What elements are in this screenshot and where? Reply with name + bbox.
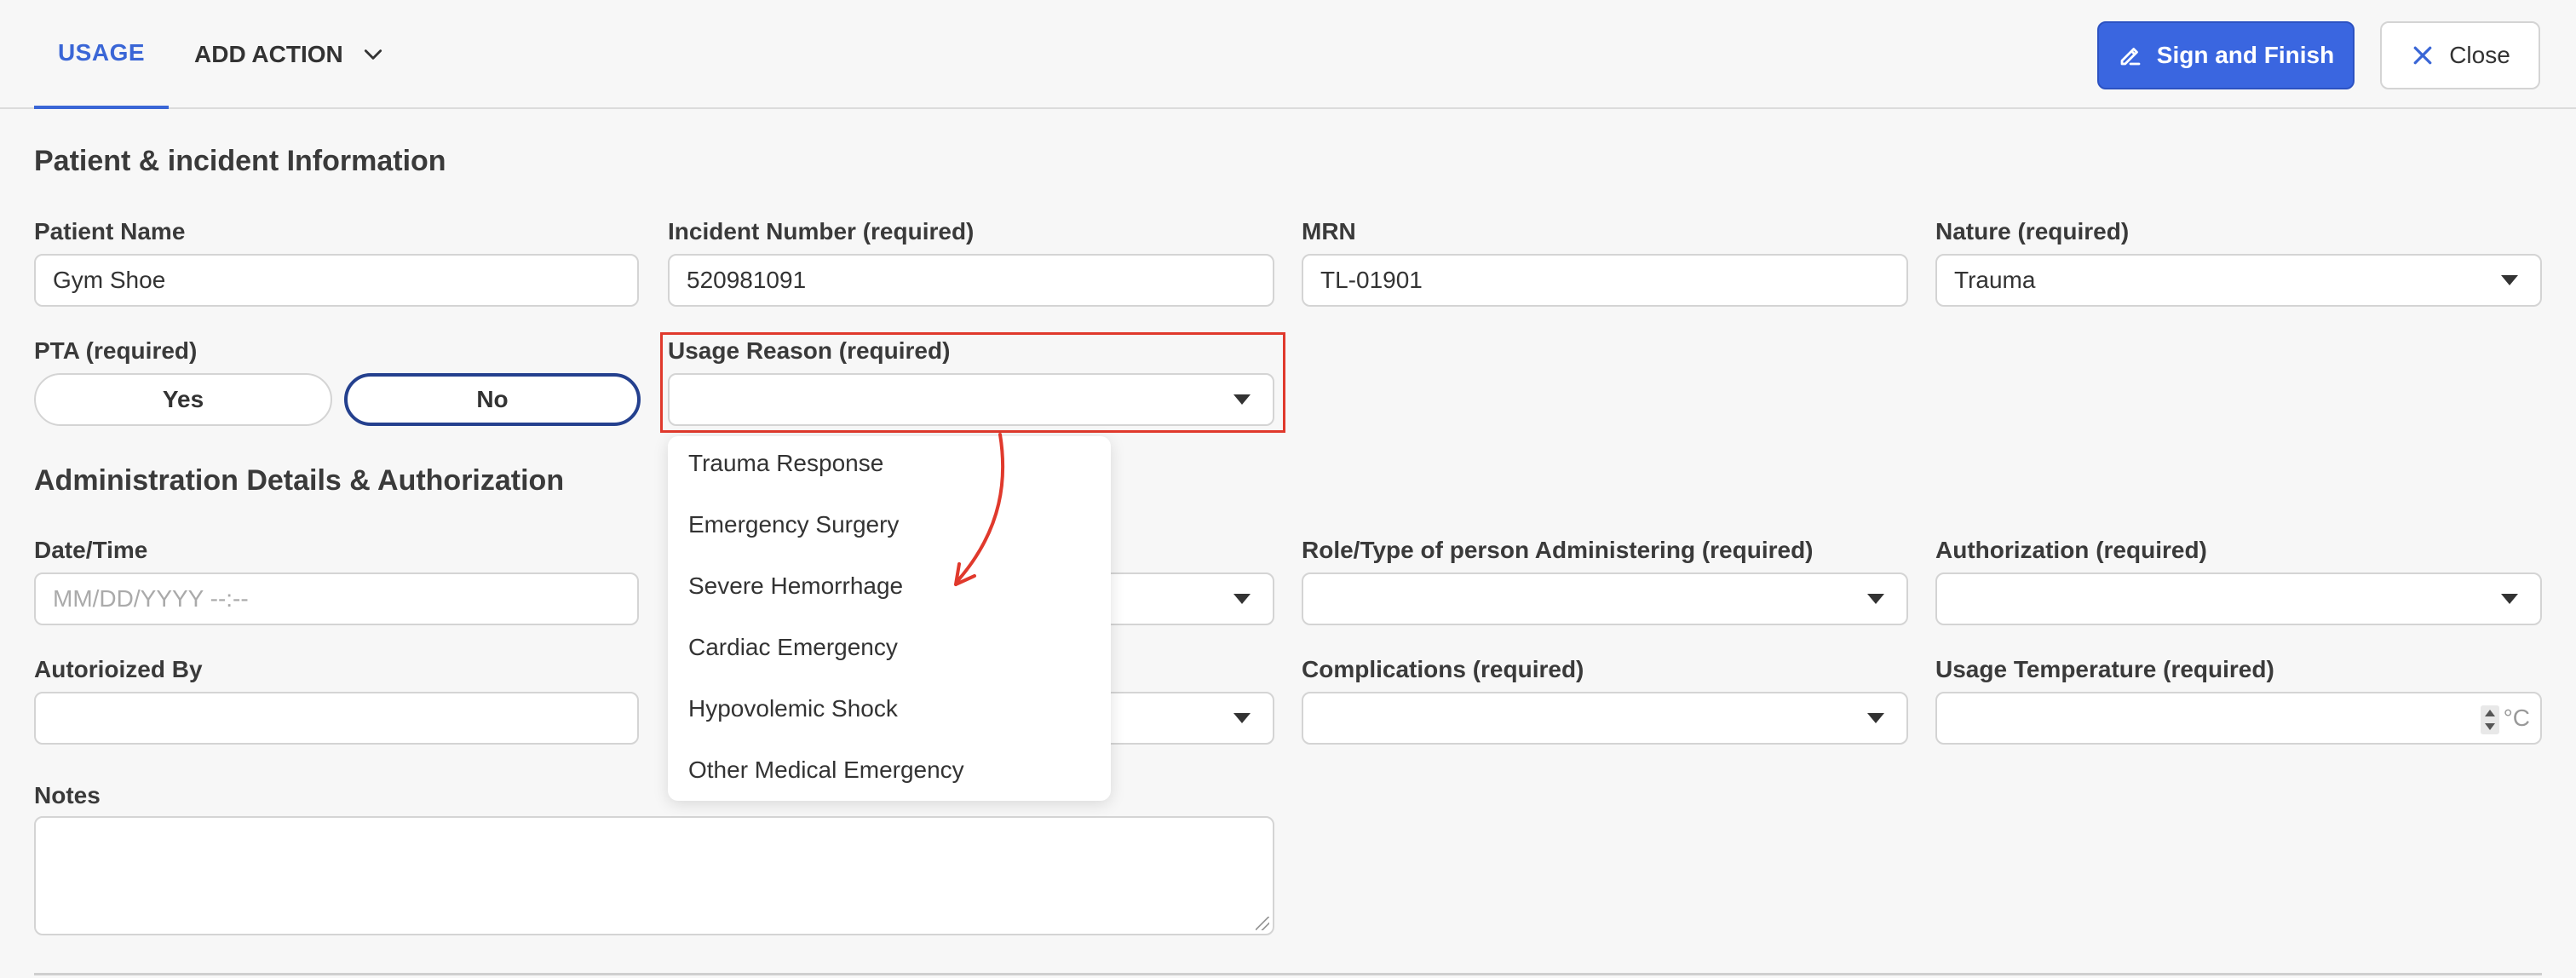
patient-section-title: Patient & incident Information (34, 145, 446, 177)
dropdown-option[interactable]: Hypovolemic Shock (688, 695, 898, 722)
close-icon (2413, 46, 2432, 65)
authorization-label: Authorization (required) (1935, 537, 2207, 563)
complications-label: Complications (required) (1302, 656, 1584, 682)
complications-select[interactable] (1302, 692, 1908, 745)
pta-label: PTA (required) (34, 337, 198, 364)
dropdown-option[interactable]: Cardiac Emergency (688, 634, 898, 661)
bottom-divider (34, 973, 2542, 975)
datetime-placeholder: MM/DD/YYYY --:-- (53, 585, 249, 612)
number-spinner[interactable] (2481, 705, 2499, 734)
temperature-unit: °C (2503, 705, 2530, 731)
caret-down-icon (1867, 594, 1884, 604)
dropdown-option[interactable]: Severe Hemorrhage (688, 572, 903, 600)
notes-textarea[interactable] (34, 816, 1274, 935)
incident-number-label: Incident Number (required) (668, 218, 975, 244)
mrn-value: TL-01901 (1320, 267, 1423, 293)
authorized-by-label: Autorioized By (34, 656, 203, 682)
dropdown-option[interactable]: Emergency Surgery (688, 511, 899, 538)
patient-name-value: Gym Shoe (53, 267, 166, 293)
resize-handle[interactable] (1256, 917, 1269, 930)
pta-yes-option[interactable]: Yes (34, 373, 332, 426)
tab-usage[interactable]: USAGE (34, 0, 169, 109)
role-label: Role/Type of person Administering (requi… (1302, 537, 1814, 563)
chevron-down-icon (364, 49, 382, 60)
caret-down-icon (1867, 713, 1884, 723)
mrn-label: MRN (1302, 218, 1356, 244)
caret-down-icon (1233, 713, 1251, 723)
authorized-by-input[interactable] (34, 692, 639, 745)
datetime-label: Date/Time (34, 537, 148, 563)
patient-name-label: Patient Name (34, 218, 186, 244)
usage-reason-highlight (660, 332, 1285, 433)
usage-temperature-input[interactable]: °C (1935, 692, 2542, 745)
pta-no-option[interactable]: No (344, 373, 641, 426)
pen-icon (2120, 48, 2141, 66)
patient-name-input[interactable]: Gym Shoe (34, 254, 639, 307)
dropdown-option[interactable]: Trauma Response (688, 450, 883, 477)
tab-add-action-label: ADD ACTION (194, 41, 343, 67)
dropdown-option[interactable]: Other Medical Emergency (688, 757, 964, 784)
role-select[interactable] (1302, 572, 1908, 625)
header-bar: USAGE ADD ACTION Sign and Finish Close (0, 0, 2576, 109)
authorization-select[interactable] (1935, 572, 2542, 625)
sign-and-finish-button[interactable]: Sign and Finish (2097, 21, 2355, 89)
mrn-input[interactable]: TL-01901 (1302, 254, 1908, 307)
caret-down-icon (1233, 594, 1251, 604)
caret-down-icon (2501, 594, 2518, 604)
nature-select[interactable]: Trauma (1935, 254, 2542, 307)
usage-temperature-label: Usage Temperature (required) (1935, 656, 2274, 682)
nature-value: Trauma (1954, 267, 2036, 293)
annotation-arrow-icon (954, 433, 1005, 586)
datetime-input[interactable]: MM/DD/YYYY --:-- (34, 572, 639, 625)
nature-label: Nature (required) (1935, 218, 2130, 244)
admin-section-title: Administration Details & Authorization (34, 464, 565, 497)
tab-add-action[interactable]: ADD ACTION (194, 0, 384, 109)
notes-label: Notes (34, 782, 101, 808)
sign-and-finish-label: Sign and Finish (2156, 42, 2335, 68)
close-label: Close (2449, 42, 2510, 68)
incident-number-value: 520981091 (687, 267, 807, 293)
caret-down-icon (2501, 275, 2518, 285)
close-button[interactable]: Close (2380, 21, 2540, 89)
usage-reason-dropdown-menu: Trauma Response Emergency Surgery Severe… (668, 436, 1111, 801)
incident-number-input[interactable]: 520981091 (668, 254, 1274, 307)
